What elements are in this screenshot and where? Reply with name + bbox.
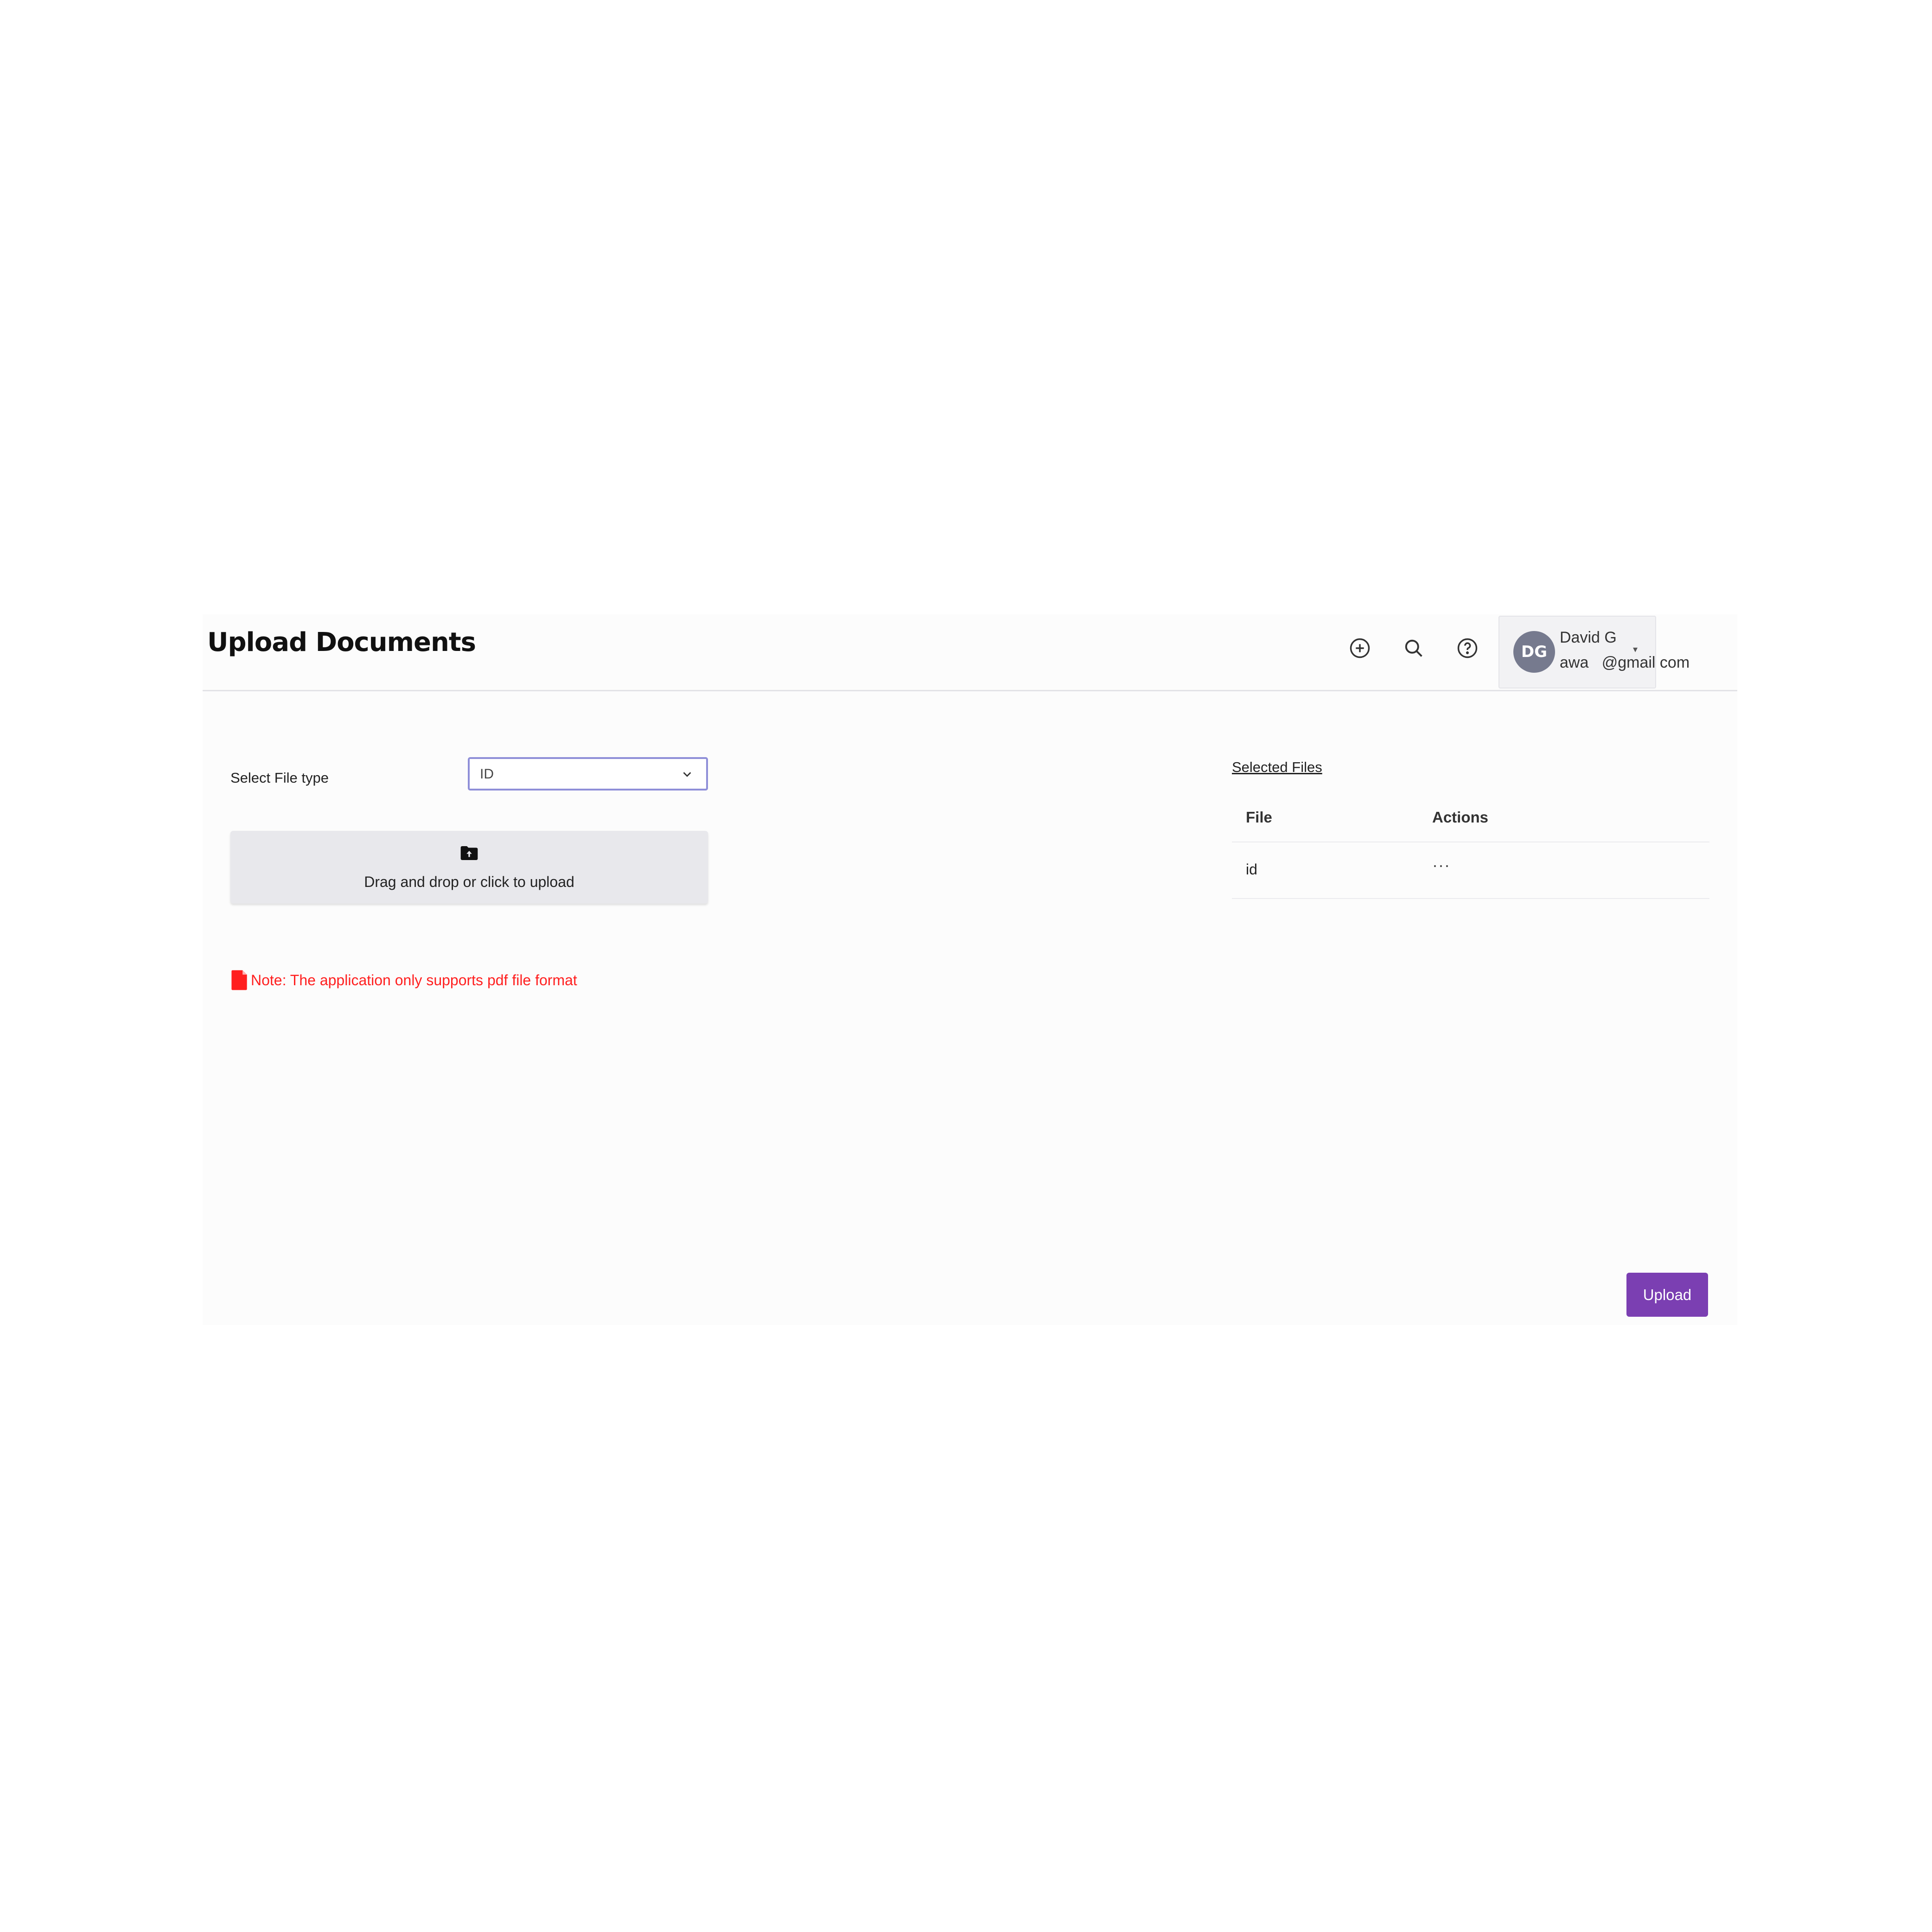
avatar: DG xyxy=(1513,631,1555,673)
pdf-file-icon xyxy=(230,969,248,991)
more-actions-icon[interactable]: ··· xyxy=(1432,855,1450,875)
file-type-label: Select File type xyxy=(230,770,329,786)
upload-button[interactable]: Upload xyxy=(1626,1273,1708,1317)
file-type-select[interactable]: ID xyxy=(468,757,708,791)
user-menu[interactable]: DG David G awa @gmail com ▾ xyxy=(1498,616,1690,689)
user-name: David G xyxy=(1560,629,1617,646)
file-type-value: ID xyxy=(480,766,494,782)
page-header: Upload Documents DG David G awa @gmail c… xyxy=(203,614,1737,691)
chevron-down-icon xyxy=(680,767,694,781)
column-header-actions: Actions xyxy=(1432,809,1489,826)
table-row: id ··· xyxy=(1232,842,1709,899)
add-circle-icon[interactable] xyxy=(1348,636,1372,660)
note-text: Note: The application only supports pdf … xyxy=(251,971,577,988)
folder-upload-icon xyxy=(460,845,478,861)
file-dropzone[interactable]: Drag and drop or click to upload xyxy=(230,831,708,904)
search-icon[interactable] xyxy=(1402,636,1426,660)
page-title: Upload Documents xyxy=(207,627,476,657)
file-name-cell: id xyxy=(1246,861,1257,878)
table-header: File Actions xyxy=(1232,793,1709,842)
column-header-file: File xyxy=(1246,809,1272,826)
user-email: awa @gmail com xyxy=(1560,654,1690,671)
chevron-down-icon: ▾ xyxy=(1632,644,1638,655)
upload-documents-page: Upload Documents DG David G awa @gmail c… xyxy=(203,614,1737,1325)
format-note: Note: The application only supports pdf … xyxy=(230,969,577,991)
selected-files-table: File Actions id ··· xyxy=(1232,793,1709,899)
selected-files-title: Selected Files xyxy=(1232,759,1322,775)
dropzone-text: Drag and drop or click to upload xyxy=(364,874,574,890)
help-icon[interactable] xyxy=(1455,636,1479,660)
